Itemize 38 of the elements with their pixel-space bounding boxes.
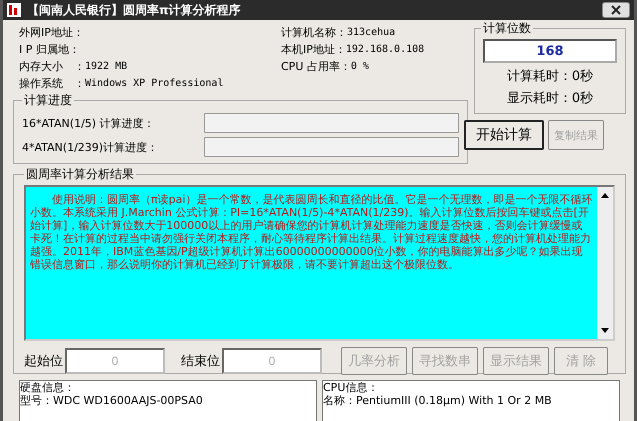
range-input[interactable]: 0 [222,348,322,374]
info-value: 0 % [350,61,369,72]
info-label: 本机IP地址： [281,42,346,57]
display-time: 显示耗时：0秒 [506,90,594,107]
scrollbar[interactable] [597,187,613,339]
group-title: 计算位数 [482,20,532,37]
instructions-text: 使用说明：圆周率（π读pai）是一个常数，是代表圆周长和直径的比值。它是一个无理数，即是一个无限不循环小数。本系统采用 J.Marchin 公式计算：PI=16*ATAN(1/5)-4*ATAN(1/239)。输入计算位数后按回车键或点击[开始计算]，输入计算位数大于100000以上的用户请确保您的计算机计算处理能力速度是否快速，否则会计算缓慢或卡死！在计算的过程当中请勿强行关闭本程序，耐心等待程序计算出结果。计算过程速度越快，您的计算机处理能力越强。2011年，IBM蓝色基因/P超级计算机计算出60000000000000位小数，你的电脑能算出多少呢？如果出现错误信息窗口，那么说明你的计算机已经到了计算极限，请不要计算超出这个极限位数。 [29,192,594,273]
info-label: CPU 占用率： [281,59,351,74]
info-value: Windows XP Professional [85,78,224,89]
result-text-area[interactable] [24,185,615,341]
info-label: I P 归属地： [19,42,80,57]
info-value: 313cehua [347,27,396,38]
info-label: 内存大小 ： [19,59,85,74]
info-label: 操作系统 ： [19,76,85,91]
app-icon [7,3,21,17]
range-label: 结束位 [181,353,220,370]
digits-input[interactable]: 168 [483,39,617,63]
close-button[interactable] [602,2,630,18]
disk-info-line: 硬盘信息： [20,381,76,394]
info-value: 1922 MB [85,61,128,72]
window-title: 【闽南人民银行】圆周率π计算分析程序 [27,2,242,18]
group-title: 圆周率计算分析结果 [25,166,135,183]
progress-label: 4*ATAN(1/239)计算进度： [22,140,160,154]
progress-label: 16*ATAN(1/5) 计算进度： [22,116,156,130]
scroll-up-icon[interactable] [601,193,609,198]
group-title: 计算进度 [23,92,73,109]
cpu-info-line: CPU信息： [323,381,380,394]
start-button[interactable]: 开始计算 [464,120,544,150]
scroll-down-icon[interactable] [601,328,609,333]
range-input[interactable]: 0 [65,348,165,374]
disk-info-line: 型号：WDC WD1600AAJS-00PSA0 [20,394,204,407]
info-label: 计算机名称： [281,25,347,40]
calc-time: 计算耗时：0秒 [506,68,594,85]
close-icon [611,5,621,15]
info-label: 外网IP地址： [19,25,84,40]
cpu-info-line: 名称：PentiumIII (0.18μm) With 1 Or 2 MB [323,394,553,407]
info-value: 192.168.0.108 [346,44,424,55]
range-label: 起始位 [24,353,63,370]
